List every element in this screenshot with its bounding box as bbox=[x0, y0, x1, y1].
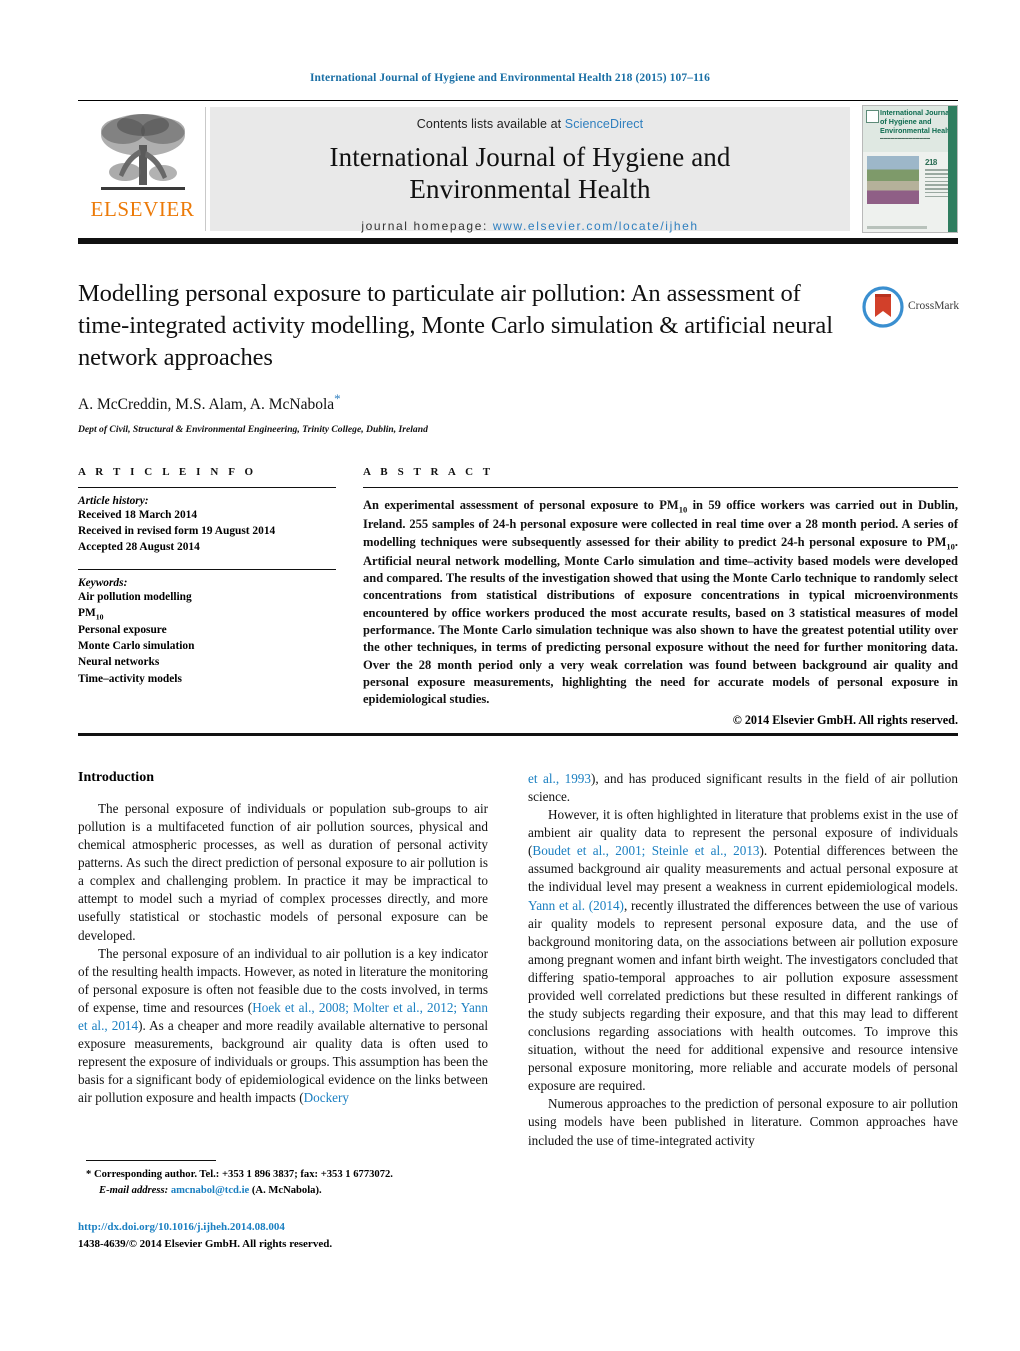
masthead-bottom-rule bbox=[78, 238, 958, 244]
journal-title-line2: Environmental Health bbox=[409, 173, 651, 204]
article-info-column: A R T I C L E I N F O Article history: R… bbox=[78, 466, 336, 689]
cover-photo-collage bbox=[867, 156, 919, 204]
corresponding-author-note: * Corresponding author. Tel.: +353 1 896… bbox=[86, 1169, 393, 1180]
author-list: A. McCreddin, M.S. Alam, A. McNabola* bbox=[78, 391, 838, 414]
affiliation: Dept of Civil, Structural & Environmenta… bbox=[78, 424, 428, 436]
homepage-url-link[interactable]: www.elsevier.com/locate/ijheh bbox=[493, 219, 699, 233]
journal-title: International Journal of Hygiene and Env… bbox=[210, 142, 850, 206]
citation-link[interactable]: Dockery bbox=[304, 1090, 349, 1105]
running-head: International Journal of Hygiene and Env… bbox=[309, 72, 710, 84]
article-info-heading: A R T I C L E I N F O bbox=[78, 466, 257, 478]
cover-body: 218 bbox=[863, 152, 957, 232]
cover-spine bbox=[948, 106, 957, 232]
body-paragraph: The personal exposure of individuals or … bbox=[78, 801, 488, 943]
doi-link[interactable]: http://dx.doi.org/10.1016/j.ijheh.2014.0… bbox=[78, 1219, 508, 1236]
body-paragraph: The personal exposure of an individual t… bbox=[78, 945, 489, 1106]
keyword-item: Time–activity models bbox=[78, 672, 182, 685]
cover-title-line3: Environmental Health bbox=[880, 125, 954, 135]
paper-page: International Journal of Hygiene and Env… bbox=[0, 0, 1020, 1351]
elsevier-logo: ELSEVIER bbox=[80, 107, 206, 231]
body-paragraph: et al., 1993), and has produced signific… bbox=[528, 771, 958, 805]
article-history-label: Article history: bbox=[78, 495, 149, 507]
body-paragraph: However, it is often highlighted in lite… bbox=[528, 807, 959, 1094]
abstract-heading: A B S T R A C T bbox=[363, 466, 494, 478]
body-column-right: et al., 1993), and has produced signific… bbox=[528, 770, 958, 1150]
homepage-label: journal homepage: bbox=[361, 218, 493, 233]
journal-masthead: ELSEVIER Contents lists available at Sci… bbox=[78, 100, 958, 236]
citation-link[interactable]: Yann et al. (2014) bbox=[528, 898, 624, 913]
body-paragraph: Numerous approaches to the prediction of… bbox=[528, 1096, 958, 1148]
article-history-item: Received 18 March 2014 bbox=[78, 509, 198, 521]
page-title: Modelling personal exposure to particula… bbox=[78, 280, 833, 372]
email-note: E-mail address: amcnabol@tcd.ie (A. McNa… bbox=[86, 1183, 490, 1199]
citation-link[interactable]: Hoek et al., 2008; Molter et al., 2012; … bbox=[78, 1000, 488, 1033]
article-info-rule-mid bbox=[78, 568, 336, 570]
cover-header: International Journal of Hygiene and Env… bbox=[863, 106, 957, 152]
body-column-left: Introduction The personal exposure of in… bbox=[78, 770, 488, 1107]
keywords-list: Air pollution modelling PM10 Personal ex… bbox=[78, 589, 336, 687]
cover-footer-bar bbox=[867, 226, 927, 229]
keyword-item-pm10: PM10 bbox=[78, 606, 104, 622]
corresponding-author-marker: * bbox=[334, 391, 341, 407]
abstract-column: A B S T R A C T An experimental assessme… bbox=[363, 466, 958, 728]
journal-cover-thumbnail: International Journal of Hygiene and Env… bbox=[862, 105, 958, 233]
masthead-center: Contents lists available at ScienceDirec… bbox=[210, 107, 850, 233]
cover-subtitle-rule: ▬▬▬▬▬▬▬▬▬▬▬▬▬▬ bbox=[880, 136, 931, 141]
keyword-item: Personal exposure bbox=[78, 624, 167, 637]
citation-link[interactable]: Boudet et al., 2001; Steinle et al., 201… bbox=[532, 843, 759, 858]
article-history-item: Accepted 28 August 2014 bbox=[78, 541, 200, 554]
email-suffix: (A. McNabola). bbox=[251, 1184, 322, 1196]
abstract-copyright: © 2014 Elsevier GmbH. All rights reserve… bbox=[732, 712, 958, 727]
keyword-item: Air pollution modelling bbox=[78, 590, 192, 603]
sciencedirect-link[interactable]: ScienceDirect bbox=[565, 117, 643, 131]
article-info-rule-top bbox=[78, 487, 336, 488]
crossmark-label: CrossMark bbox=[908, 300, 960, 312]
article-history-item: Received in revised form 19 August 2014 bbox=[78, 525, 276, 538]
footnote-block: * Corresponding author. Tel.: +353 1 896… bbox=[86, 1167, 490, 1198]
keywords-label: Keywords: bbox=[78, 576, 128, 589]
keyword-item: Neural networks bbox=[78, 656, 160, 669]
abstract-rule bbox=[363, 487, 958, 488]
elsevier-tree-icon bbox=[100, 114, 185, 190]
abstract-text: An experimental assessment of personal e… bbox=[363, 498, 958, 707]
elsevier-wordmark: ELSEVIER bbox=[90, 197, 195, 221]
doi-block: http://dx.doi.org/10.1016/j.ijheh.2014.0… bbox=[78, 1219, 508, 1252]
title-block: Modelling personal exposure to particula… bbox=[78, 278, 838, 435]
crossmark-badge[interactable]: CrossMark bbox=[862, 286, 960, 332]
issn-copyright-line: 1438-4639/© 2014 Elsevier GmbH. All righ… bbox=[78, 1237, 333, 1250]
section-heading-introduction: Introduction bbox=[78, 770, 154, 785]
contents-prefix: Contents lists available at bbox=[416, 117, 565, 131]
journal-homepage-line: journal homepage: www.elsevier.com/locat… bbox=[210, 219, 850, 233]
contents-available-line: Contents lists available at ScienceDirec… bbox=[210, 107, 850, 131]
journal-title-line1: International Journal of Hygiene and bbox=[329, 142, 731, 172]
author-names: A. McCreddin, M.S. Alam, A. McNabola bbox=[78, 396, 335, 414]
body-top-rule bbox=[78, 733, 958, 736]
keyword-item: Monte Carlo simulation bbox=[78, 640, 195, 653]
citation-link[interactable]: et al., 1993 bbox=[528, 771, 591, 786]
email-label: E-mail address: bbox=[99, 1184, 169, 1196]
crossmark-icon bbox=[862, 286, 904, 328]
email-link[interactable]: amcnabol@tcd.ie bbox=[171, 1185, 249, 1196]
footnote-rule bbox=[86, 1160, 216, 1161]
cover-title: International Journal of Hygiene and Env… bbox=[880, 108, 954, 135]
cover-publisher-mark-icon bbox=[866, 110, 879, 123]
